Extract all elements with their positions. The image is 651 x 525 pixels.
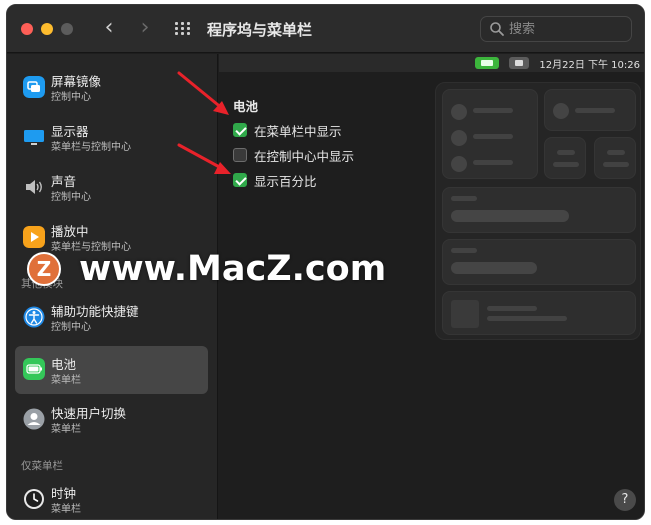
close-button[interactable] [21,23,33,35]
sidebar-item-fast-user-switching[interactable]: 快速用户切换 菜单栏 [15,398,208,442]
clock-icon [24,489,44,509]
window-title: 程序坞与菜单栏 [207,21,313,39]
sidebar-item-clock[interactable]: 时钟 菜单栏 [15,478,208,519]
sidebar-item-sub: 菜单栏 [51,424,81,435]
sidebar-item-display[interactable]: 显示器 菜单栏与控制中心 [15,116,208,160]
now-playing-icon [23,226,45,248]
sidebar-item-sub: 控制中心 [51,92,91,103]
cc-focus-tile [544,89,636,131]
menubar-battery-icon [475,57,499,69]
cc-now-playing-tile [442,291,636,335]
main-panel: 12月22日 下午 10:26 电池 在菜单栏中显示 在控制中心中显示 显示百分… [219,54,644,519]
section-label-other-modules: 其他模块 [21,278,63,290]
battery-section-title: 电池 [233,99,259,114]
checkbox-show-in-control-center[interactable] [233,148,247,162]
chevron-right-icon[interactable]: › [135,17,155,41]
cc-connectivity-tile [442,89,538,179]
sidebar-item-accessibility-shortcuts[interactable]: 辅助功能快捷键 控制中心 [15,296,208,340]
minimize-button[interactable] [41,23,53,35]
battery-icon [23,358,45,380]
cc-small-tile [544,137,586,179]
sidebar-item-sub: 控制中心 [51,322,91,333]
menubar-control-center-icon [509,57,529,69]
sound-icon [26,180,42,194]
sidebar-item-sub: 菜单栏 [51,504,81,515]
search-field[interactable] [480,16,632,42]
user-switch-icon [23,408,45,430]
display-icon [24,130,44,145]
menubar-preview: 12月22日 下午 10:26 [219,54,644,72]
accessibility-icon [23,306,45,328]
chevron-left-icon[interactable]: ‹ [99,17,119,41]
cc-sound-slider-tile [442,239,636,285]
grid-icon[interactable] [175,22,191,36]
sidebar-item-sub: 控制中心 [51,192,91,203]
sidebar-item-battery[interactable]: 电池 菜单栏 [15,346,208,394]
option-label: 显示百分比 [254,174,317,189]
help-button[interactable]: ? [614,489,636,511]
checkbox-show-in-menubar[interactable] [233,123,247,137]
zoom-button[interactable] [61,23,73,35]
sidebar-item-sub: 菜单栏与控制中心 [51,142,131,153]
control-center-preview [435,82,641,340]
sidebar-item-sound[interactable]: 声音 控制中心 [15,166,208,210]
sidebar-item-sub: 菜单栏 [51,375,81,386]
sidebar-item-screen-mirroring[interactable]: 屏幕镜像 控制中心 [15,66,208,110]
search-icon [490,22,504,36]
title-bar: ‹ › 程序坞与菜单栏 [7,5,644,53]
cc-small-tile [594,137,636,179]
screen-mirroring-icon [23,76,45,98]
cc-display-slider-tile [442,187,636,233]
sidebar: 屏幕镜像 控制中心 显示器 菜单栏与控制中心 声音 控制中心 播放中 菜单栏与控… [7,54,218,519]
preferences-window: ‹ › 程序坞与菜单栏 屏幕镜像 控制中心 [6,4,645,520]
checkbox-show-percentage[interactable] [233,173,247,187]
section-label-menubar-only: 仅菜单栏 [21,460,63,472]
menubar-clock: 12月22日 下午 10:26 [539,60,640,71]
option-label: 在控制中心中显示 [254,149,355,164]
search-input[interactable] [509,20,624,38]
option-label: 在菜单栏中显示 [254,124,342,139]
sidebar-item-now-playing[interactable]: 播放中 菜单栏与控制中心 [15,216,208,260]
sidebar-item-sub: 菜单栏与控制中心 [51,242,131,253]
